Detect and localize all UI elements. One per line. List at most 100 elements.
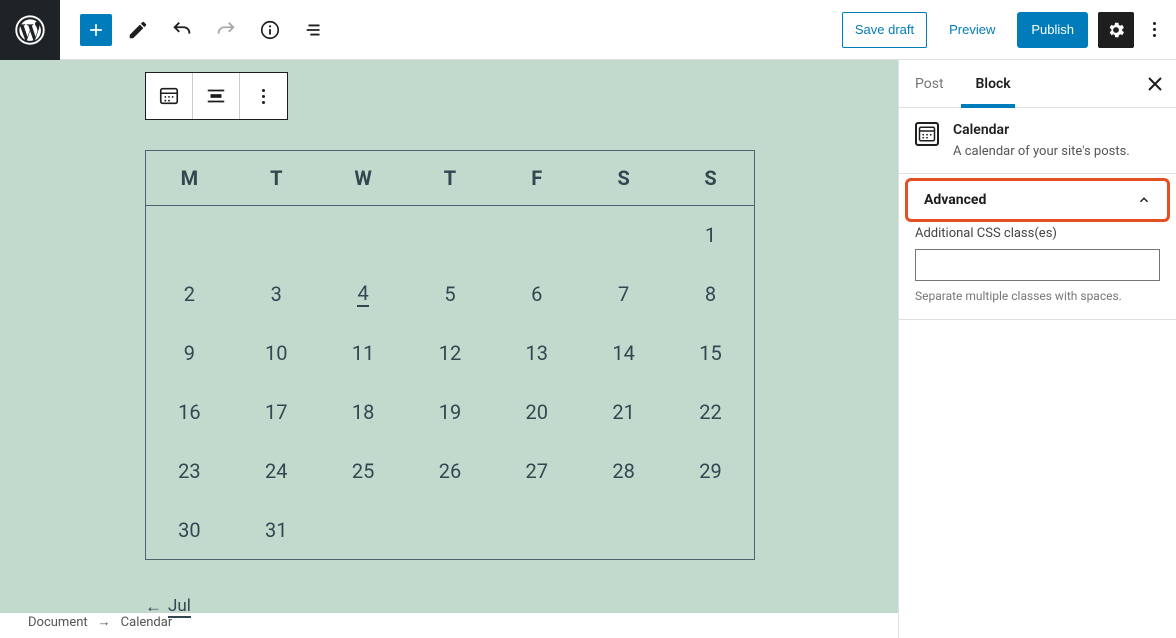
calendar-cell[interactable]: 28 <box>580 441 667 500</box>
css-class-label: Additional CSS class(es) <box>915 226 1160 241</box>
calendar-cell[interactable]: 27 <box>493 441 580 500</box>
block-toolbar <box>145 72 288 120</box>
toolbar-left <box>60 12 332 48</box>
panel-advanced-body: Additional CSS class(es) Separate multip… <box>899 226 1176 319</box>
info-button[interactable] <box>252 12 288 48</box>
calendar-cell <box>667 500 754 559</box>
calendar-cell[interactable]: 29 <box>667 441 754 500</box>
weekday-header: T <box>233 151 320 205</box>
calendar-cell[interactable]: 17 <box>233 382 320 441</box>
block-type-button[interactable] <box>146 73 193 119</box>
calendar-cell[interactable]: 31 <box>233 500 320 559</box>
calendar-row: 9101112131415 <box>146 323 754 382</box>
tab-post[interactable]: Post <box>899 60 960 108</box>
breadcrumb-sep: → <box>98 614 111 630</box>
close-icon <box>1148 77 1162 91</box>
block-more-button[interactable] <box>240 73 287 119</box>
calendar-cell[interactable]: 11 <box>320 323 407 382</box>
calendar-cell[interactable]: 30 <box>146 500 233 559</box>
align-button[interactable] <box>193 73 240 119</box>
calendar-cell <box>320 205 407 264</box>
calendar-cell[interactable]: 18 <box>320 382 407 441</box>
calendar-cell[interactable]: 7 <box>580 264 667 323</box>
block-title: Calendar <box>953 122 1130 138</box>
calendar-cell[interactable]: 21 <box>580 382 667 441</box>
info-icon <box>259 19 281 41</box>
calendar-cell[interactable]: 19 <box>407 382 494 441</box>
pencil-icon <box>127 19 149 41</box>
settings-button[interactable] <box>1098 12 1134 48</box>
calendar-cell[interactable]: 26 <box>407 441 494 500</box>
calendar-row: 1 <box>146 205 754 264</box>
calendar-cell[interactable]: 4 <box>320 264 407 323</box>
block-card: Calendar A calendar of your site's posts… <box>899 108 1176 174</box>
redo-icon <box>215 19 237 41</box>
calendar-cell[interactable]: 25 <box>320 441 407 500</box>
panel-advanced-label: Advanced <box>924 192 986 208</box>
calendar-cell <box>407 500 494 559</box>
calendar-cell <box>407 205 494 264</box>
wordpress-logo[interactable] <box>0 0 60 60</box>
gear-icon <box>1106 20 1126 40</box>
calendar-row: 2345678 <box>146 264 754 323</box>
close-sidebar-button[interactable] <box>1148 77 1162 91</box>
calendar-cell[interactable]: 14 <box>580 323 667 382</box>
tab-block[interactable]: Block <box>960 60 1027 108</box>
calendar-cell[interactable]: 20 <box>493 382 580 441</box>
calendar-cell[interactable]: 12 <box>407 323 494 382</box>
chevron-up-icon <box>1137 193 1151 207</box>
outline-button[interactable] <box>296 12 332 48</box>
calendar-cell <box>233 205 320 264</box>
undo-button[interactable] <box>164 12 200 48</box>
panel-advanced-toggle[interactable]: Advanced <box>905 178 1170 222</box>
calendar-cell[interactable]: 15 <box>667 323 754 382</box>
preview-button[interactable]: Preview <box>937 12 1007 48</box>
calendar-cell[interactable]: 5 <box>407 264 494 323</box>
weekday-header: S <box>667 151 754 205</box>
weekday-header: S <box>580 151 667 205</box>
calendar-cell[interactable]: 22 <box>667 382 754 441</box>
plus-icon <box>86 20 106 40</box>
breadcrumb-root[interactable]: Document <box>28 615 88 630</box>
calendar-cell[interactable]: 1 <box>667 205 754 264</box>
weekday-header: W <box>320 151 407 205</box>
calendar-cell <box>493 500 580 559</box>
align-icon <box>205 85 227 107</box>
editor-canvas: MTWTFSS 12345678910111213141516171819202… <box>0 60 898 613</box>
calendar-cell[interactable]: 8 <box>667 264 754 323</box>
weekday-header: M <box>146 151 233 205</box>
calendar-block[interactable]: MTWTFSS 12345678910111213141516171819202… <box>145 150 755 560</box>
panel-advanced: Advanced Additional CSS class(es) Separa… <box>899 178 1176 320</box>
list-icon <box>303 19 325 41</box>
wordpress-icon <box>15 15 45 45</box>
calendar-cell <box>493 205 580 264</box>
calendar-cell[interactable]: 6 <box>493 264 580 323</box>
editor-topbar: Save draft Preview Publish <box>0 0 1176 60</box>
calendar-cell <box>580 500 667 559</box>
calendar-table: MTWTFSS 12345678910111213141516171819202… <box>146 151 754 559</box>
calendar-cell[interactable]: 3 <box>233 264 320 323</box>
block-description: A calendar of your site's posts. <box>953 144 1130 159</box>
calendar-icon <box>915 122 939 146</box>
calendar-row: 23242526272829 <box>146 441 754 500</box>
calendar-cell[interactable]: 9 <box>146 323 233 382</box>
calendar-cell[interactable]: 2 <box>146 264 233 323</box>
calendar-block-icon <box>158 85 180 107</box>
weekday-header: F <box>493 151 580 205</box>
calendar-cell <box>320 500 407 559</box>
calendar-cell[interactable]: 24 <box>233 441 320 500</box>
publish-button[interactable]: Publish <box>1017 12 1088 48</box>
css-class-input[interactable] <box>915 249 1160 281</box>
calendar-cell[interactable]: 13 <box>493 323 580 382</box>
save-draft-button[interactable]: Save draft <box>842 12 927 48</box>
more-options-button[interactable] <box>1144 22 1164 37</box>
css-class-help: Separate multiple classes with spaces. <box>915 289 1160 303</box>
add-block-button[interactable] <box>80 14 112 46</box>
calendar-cell <box>146 205 233 264</box>
edit-mode-button[interactable] <box>120 12 156 48</box>
redo-button[interactable] <box>208 12 244 48</box>
calendar-cell[interactable]: 10 <box>233 323 320 382</box>
calendar-cell[interactable]: 23 <box>146 441 233 500</box>
breadcrumb-current[interactable]: Calendar <box>121 615 173 630</box>
calendar-cell[interactable]: 16 <box>146 382 233 441</box>
